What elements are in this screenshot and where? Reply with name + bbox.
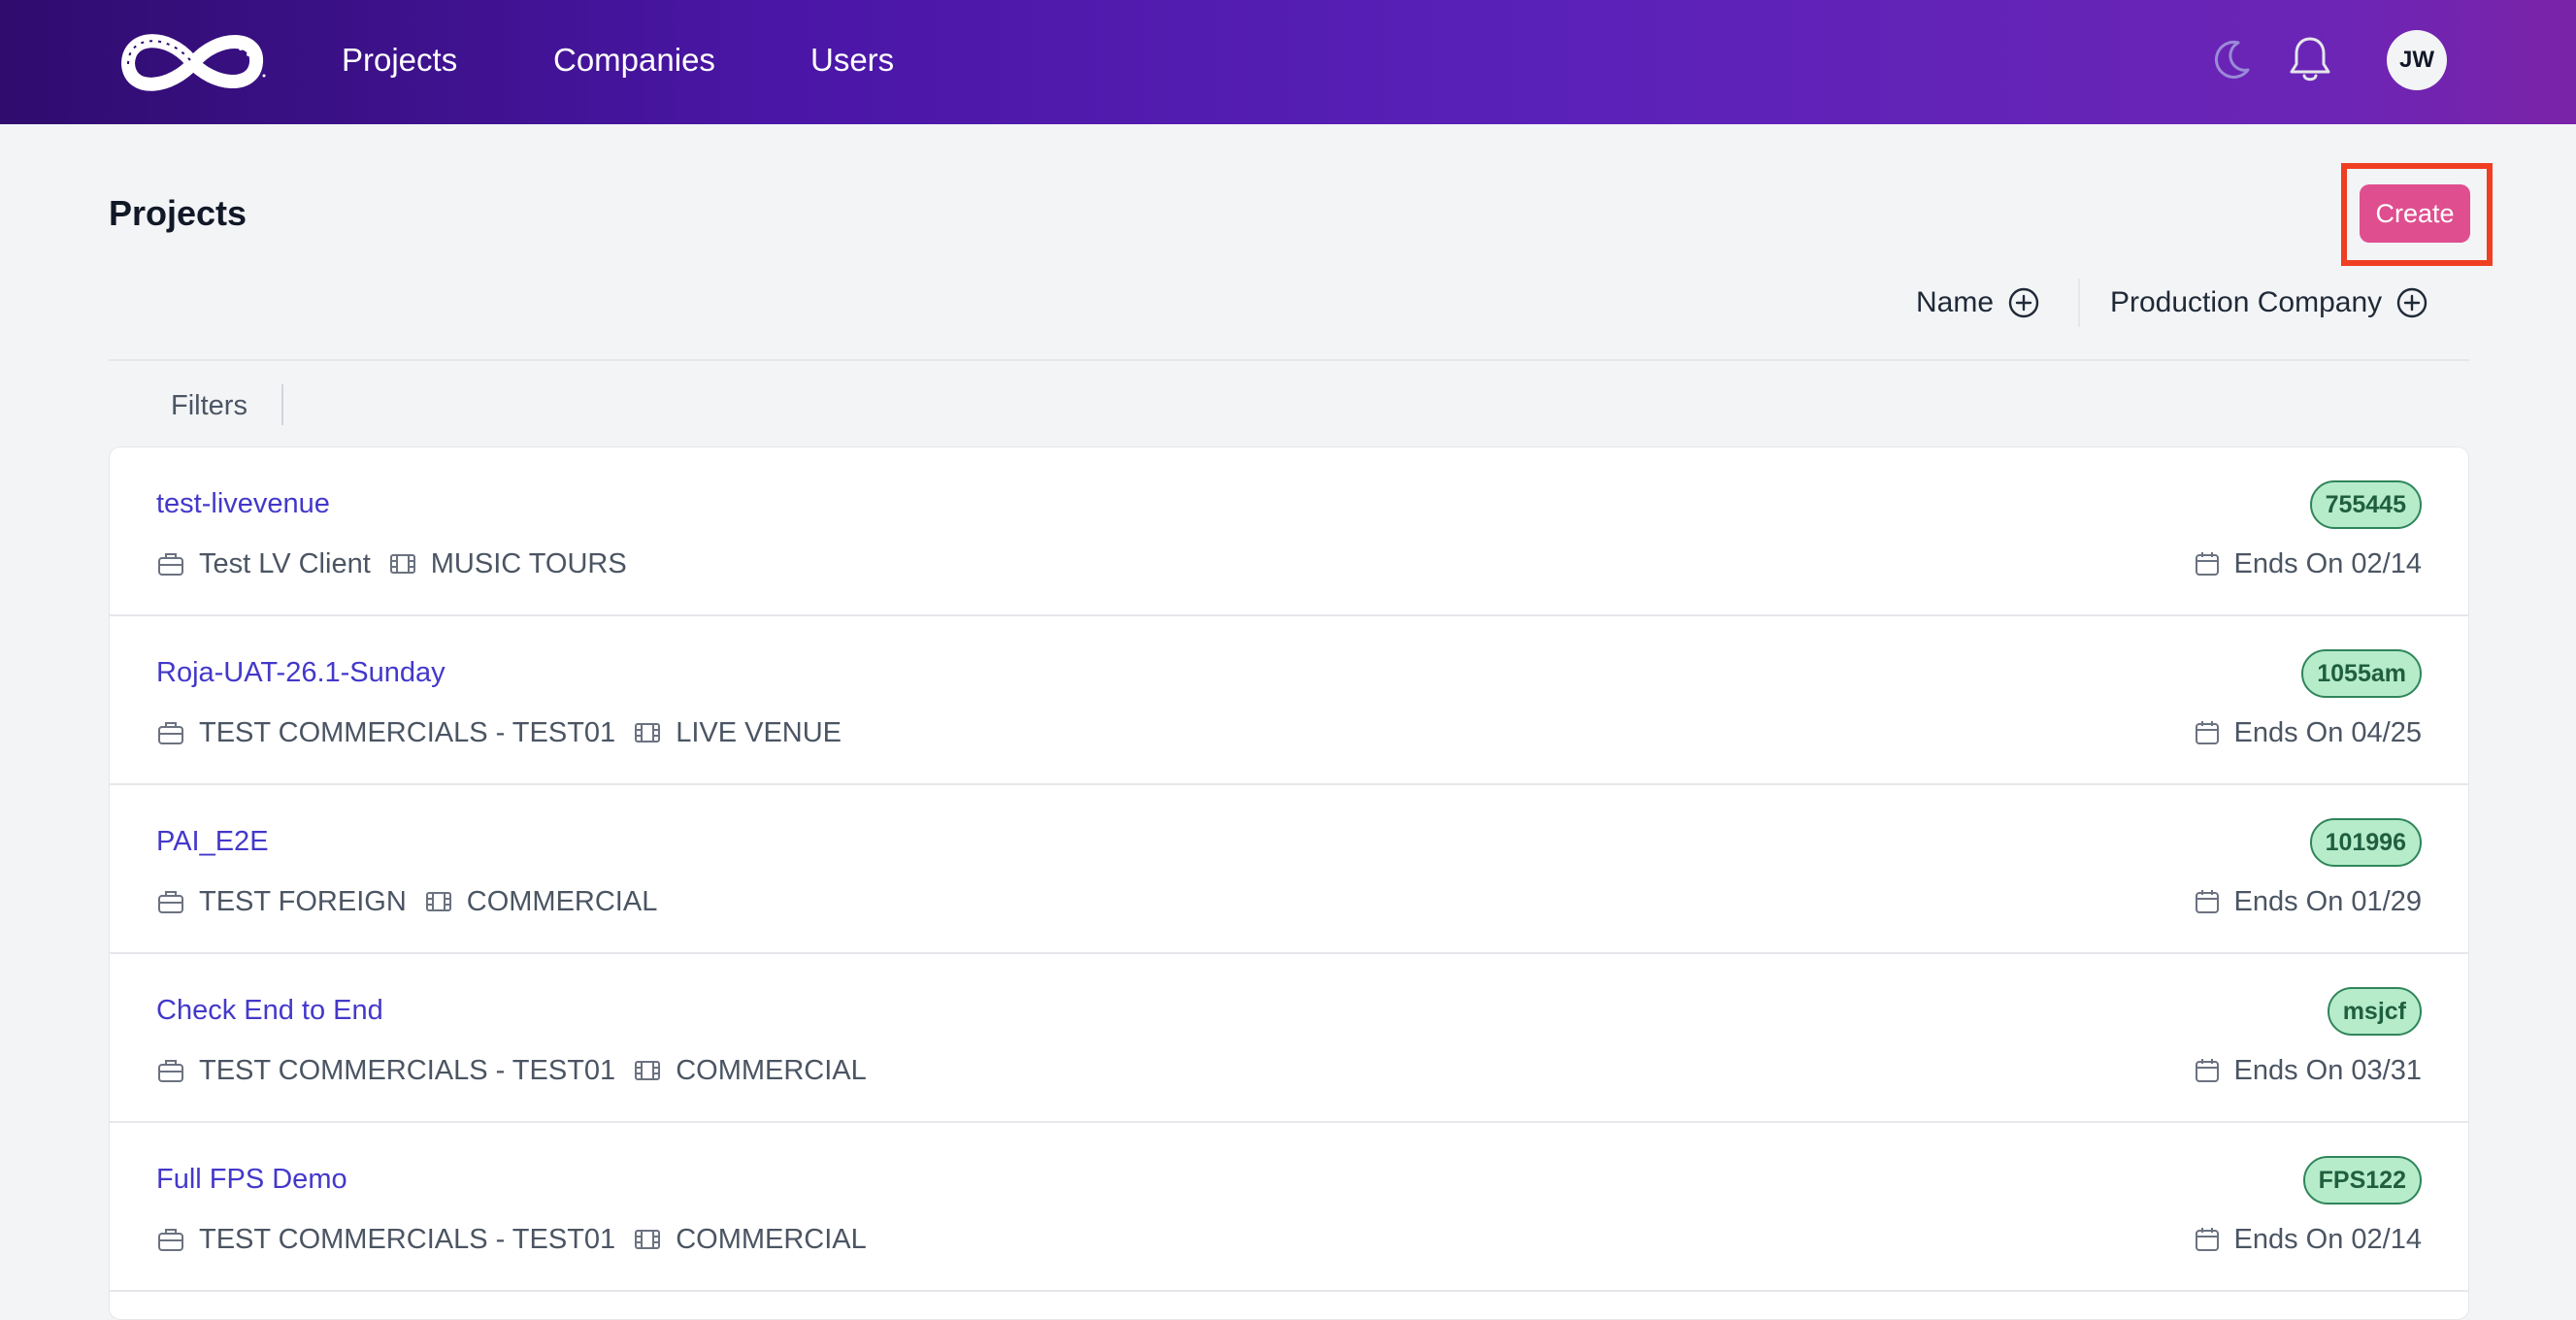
project-end-date-text: Ends On 02/14 — [2233, 1223, 2422, 1255]
project-code-badge: 755445 — [2309, 480, 2422, 529]
plus-circle-icon[interactable] — [2007, 286, 2040, 319]
project-meta: TEST COMMERCIALS - TEST01 COMMERCIAL — [156, 1051, 867, 1090]
project-name-link[interactable]: PAI_E2E — [156, 822, 269, 861]
project-end-date-text: Ends On 04/25 — [2233, 716, 2422, 748]
header-divider — [109, 359, 2469, 361]
sort-by-name[interactable]: Name — [1916, 281, 2040, 324]
project-meta: Test LV Client MUSIC TOURS — [156, 544, 627, 583]
film-icon — [635, 1061, 661, 1080]
briefcase-icon — [158, 1060, 183, 1082]
calendar-icon — [2195, 1059, 2219, 1082]
moon-icon[interactable] — [2209, 37, 2254, 82]
page-title: Projects — [109, 193, 248, 233]
project-code-badge: FPS122 — [2302, 1156, 2422, 1204]
calendar-icon — [2195, 721, 2219, 744]
film-icon — [389, 554, 415, 574]
project-end-date: Ends On 02/14 — [2194, 1220, 2422, 1259]
briefcase-icon — [158, 1229, 183, 1251]
project-end-date: Ends On 04/25 — [2194, 713, 2422, 752]
project-end-date-text: Ends On 03/31 — [2233, 1054, 2422, 1086]
project-code-badge: 101996 — [2309, 818, 2422, 867]
project-end-date-text: Ends On 02/14 — [2233, 547, 2422, 579]
project-client: TEST FOREIGN — [199, 885, 407, 917]
project-code-badge: msjcf — [2327, 987, 2422, 1036]
filters-toggle[interactable]: Filters — [171, 386, 248, 425]
sort-company-label: Production Company — [2110, 286, 2383, 318]
film-icon — [635, 723, 661, 742]
project-client: TEST COMMERCIALS - TEST01 — [199, 716, 616, 748]
nav-users-link[interactable]: Users — [810, 39, 894, 82]
project-row[interactable]: test-livevenue Test LV Client MUSIC TOUR… — [110, 447, 2468, 616]
project-row[interactable]: Check End to End TEST COMMERCIALS - TEST… — [110, 954, 2468, 1123]
project-client: TEST COMMERCIALS - TEST01 — [199, 1054, 616, 1086]
bell-icon[interactable] — [2287, 33, 2333, 85]
project-end-date: Ends On 01/29 — [2194, 882, 2422, 921]
brand-logo-icon[interactable] — [109, 21, 276, 101]
project-name-link[interactable]: Check End to End — [156, 991, 383, 1030]
project-meta: TEST COMMERCIALS - TEST01 COMMERCIAL — [156, 1220, 867, 1259]
project-list: test-livevenue Test LV Client MUSIC TOUR… — [109, 446, 2469, 1320]
briefcase-icon — [158, 891, 183, 913]
film-icon — [635, 1230, 661, 1249]
calendar-icon — [2195, 1228, 2219, 1251]
create-button[interactable]: Create — [2360, 184, 2470, 243]
project-row[interactable]: Full FPS Demo TEST COMMERCIALS - TEST01 … — [110, 1123, 2468, 1292]
sort-by-production-company[interactable]: Production Company — [2110, 281, 2428, 324]
nav-companies-link[interactable]: Companies — [553, 39, 715, 82]
project-type: COMMERCIAL — [676, 1223, 867, 1255]
project-name-link[interactable]: Roja-UAT-26.1-Sunday — [156, 653, 446, 692]
project-type: MUSIC TOURS — [430, 547, 627, 579]
calendar-icon — [2195, 890, 2219, 913]
project-end-date-text: Ends On 01/29 — [2233, 885, 2422, 917]
calendar-icon — [2195, 552, 2219, 576]
project-row[interactable]: PAI_E2E TEST FOREIGN COMMERCIAL 101996 E… — [110, 785, 2468, 954]
project-type: COMMERCIAL — [676, 1054, 867, 1086]
film-icon — [425, 892, 451, 911]
user-avatar[interactable]: JW — [2387, 30, 2447, 90]
plus-circle-icon[interactable] — [2395, 286, 2428, 319]
top-navigation-bar: Projects Companies Users JW — [0, 0, 2576, 124]
project-meta: TEST FOREIGN COMMERCIAL — [156, 882, 657, 921]
project-row[interactable]: Roja-UAT-26.1-Sunday TEST COMMERCIALS - … — [110, 616, 2468, 785]
nav-projects-link[interactable]: Projects — [342, 39, 457, 82]
briefcase-icon — [158, 722, 183, 744]
filters-divider — [281, 384, 283, 425]
project-client: Test LV Client — [199, 547, 371, 579]
project-client: TEST COMMERCIALS - TEST01 — [199, 1223, 616, 1255]
project-name-link[interactable]: Full FPS Demo — [156, 1160, 347, 1199]
sort-name-label: Name — [1916, 286, 1995, 318]
project-code-badge: 1055am — [2301, 649, 2422, 698]
project-name-link[interactable]: test-livevenue — [156, 484, 330, 523]
project-end-date: Ends On 02/14 — [2194, 544, 2422, 583]
project-meta: TEST COMMERCIALS - TEST01 LIVE VENUE — [156, 713, 842, 752]
project-type: COMMERCIAL — [466, 885, 658, 917]
briefcase-icon — [158, 553, 183, 576]
project-type: LIVE VENUE — [676, 716, 842, 748]
sort-divider — [2078, 279, 2080, 327]
project-end-date: Ends On 03/31 — [2194, 1051, 2422, 1090]
